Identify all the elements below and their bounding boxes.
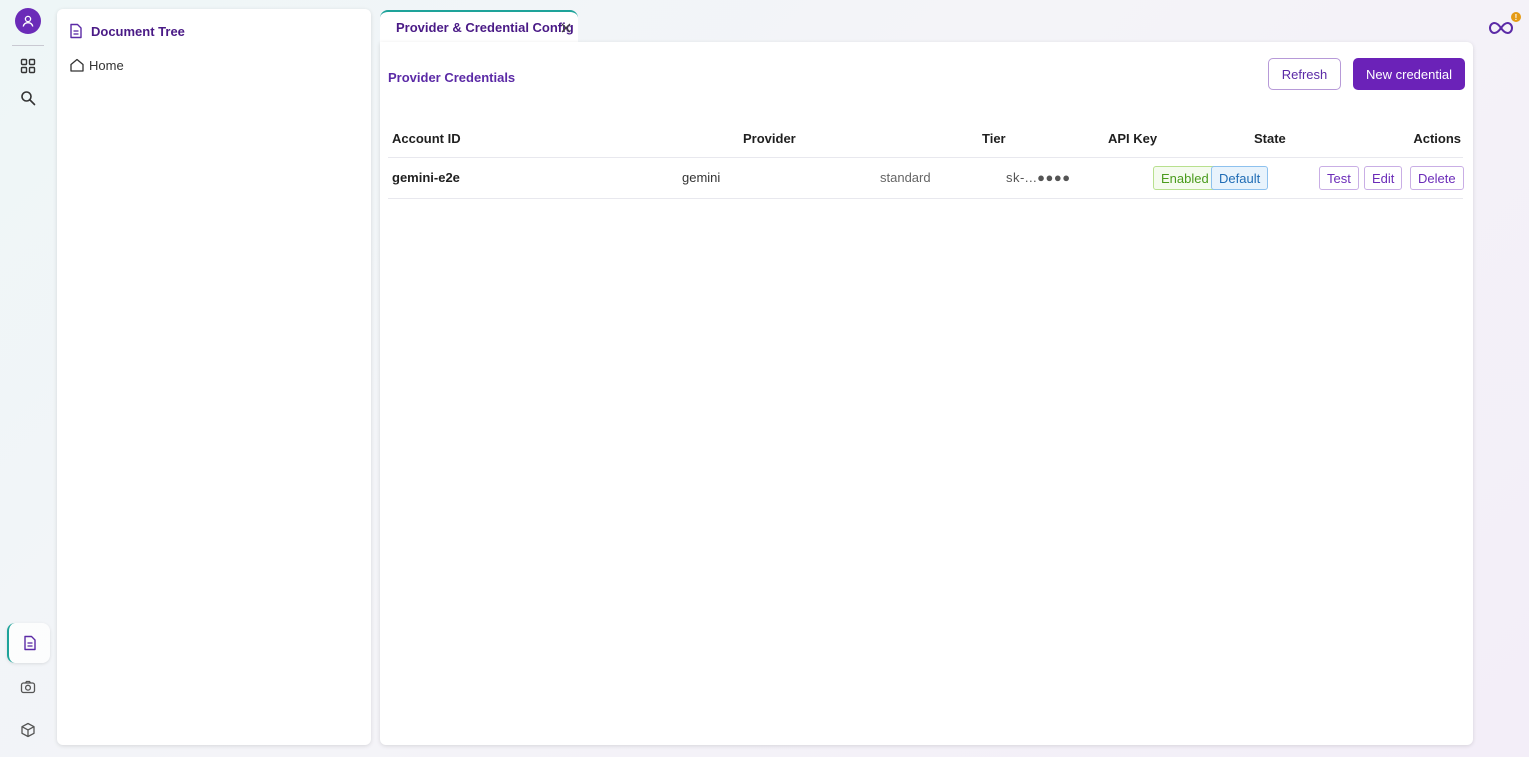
test-button[interactable]: Test [1319,166,1359,190]
column-header-account-id: Account ID [392,131,461,146]
home-icon [70,58,84,72]
tree-item-home[interactable]: Home [69,55,124,75]
credentials-table: Account ID Provider Tier API Key State A… [388,122,1464,199]
status-badge-default: Default [1211,166,1269,190]
left-rail [0,0,56,757]
delete-button[interactable]: Delete [1410,166,1464,190]
tree-header: Document Tree [69,21,185,41]
tab-label: Provider & Credential Config [396,20,574,35]
search-icon [21,91,36,106]
status-badge-enabled: Enabled [1153,166,1217,190]
infinity-logo-icon[interactable] [1488,18,1514,38]
column-header-actions: Actions [1413,131,1461,146]
provider-cell: gemini [682,170,721,185]
new-credential-button[interactable]: New credential [1353,58,1465,90]
user-icon [22,15,34,27]
main-panel: Provider Credentials Refresh New credent… [380,42,1473,745]
api-key-cell: sk-...●●●● [1006,170,1071,185]
documents-nav-button[interactable] [7,623,50,663]
packages-button[interactable] [14,716,42,744]
tree-title: Document Tree [91,23,185,39]
document-tree-panel: Document Tree Home [57,9,371,745]
edit-button[interactable]: Edit [1364,166,1403,190]
document-icon [23,635,36,651]
column-header-state: State [1254,131,1286,146]
user-avatar[interactable] [15,8,41,34]
close-icon[interactable] [560,22,572,34]
grid-icon [20,58,36,74]
column-header-provider: Provider [743,131,796,146]
account-id-cell: gemini-e2e [392,170,460,185]
apps-button[interactable] [14,52,42,80]
search-button[interactable] [14,84,42,112]
cube-icon [21,722,35,738]
table-header: Account ID Provider Tier API Key State A… [388,122,1463,158]
camera-button[interactable] [14,673,42,701]
refresh-button[interactable]: Refresh [1268,58,1341,90]
document-icon [70,23,82,39]
column-header-api-key: API Key [1108,131,1158,146]
tree-item-label: Home [89,57,124,73]
column-header-tier: Tier [982,131,1006,146]
camera-icon [20,680,36,694]
table-row: gemini-e2e gemini standard sk-...●●●● En… [388,158,1464,199]
section-title: Provider Credentials [388,70,516,85]
tab-provider-credential-config[interactable]: Provider & Credential Config [380,10,578,43]
tier-cell: standard [880,170,931,185]
notification-badge[interactable]: ! [1511,12,1521,22]
rail-divider [12,45,44,46]
